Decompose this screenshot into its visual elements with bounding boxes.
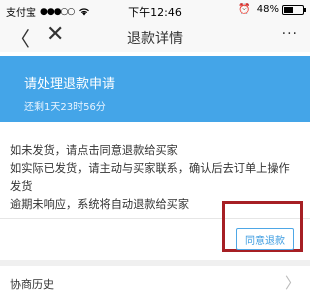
instruction-line: 如实际已发货，请主动与买家联系，确认后去订单上操作 [10,162,290,175]
status-bar: 支付宝 ●●●○○ 下午12:46 ⏰ 48% [0,0,310,20]
history-label: 协商历史 [10,278,54,291]
more-icon[interactable]: ··· [282,26,298,42]
chevron-right-icon: 〉 [284,274,300,292]
refund-banner: 请处理退款申请 还剩1天23时56分 [0,56,310,122]
battery-fill [284,6,293,13]
battery-icon [282,4,306,15]
status-right: ⏰ 48% [238,4,306,15]
agree-refund-button[interactable]: 同意退款 [236,228,294,250]
nav-bar: 〈 ✕ 退款详情 ··· [0,20,310,52]
banner-title: 请处理退款申请 [24,77,116,92]
negotiation-history-row[interactable]: 协商历史 〉 [0,266,310,297]
battery-percent: 48% [256,4,279,15]
instruction-line: 发货 [10,180,33,193]
page-title: 退款详情 [127,31,183,47]
countdown-text: 还剩1天23时56分 [24,102,106,113]
instruction-line: 如未发货，请点击同意退款给买家 [10,144,178,157]
alarm-icon: ⏰ [238,4,251,15]
instruction-line: 逾期未响应，系统将自动退款给买家 [10,198,190,211]
